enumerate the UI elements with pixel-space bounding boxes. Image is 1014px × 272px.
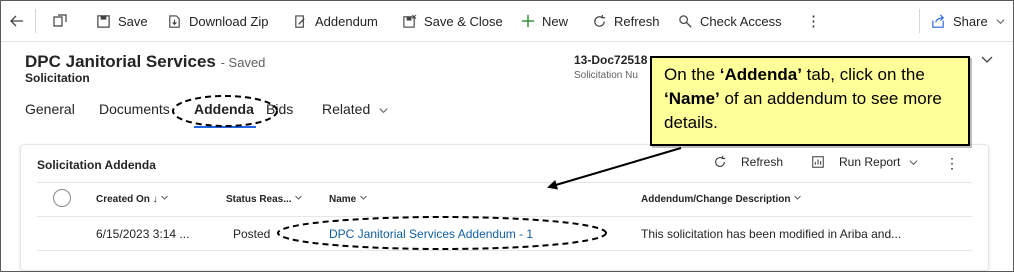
subgrid-more-button[interactable]: ⋮	[945, 155, 959, 172]
tab-related-label: Related	[322, 101, 371, 117]
share-icon	[932, 14, 944, 28]
more-icon: ⋮	[806, 13, 821, 30]
column-header-label: Addendum/Change Description	[641, 194, 791, 205]
record-name: DPC Janitorial Services	[25, 52, 216, 71]
edit-document-icon	[295, 14, 305, 28]
check-access-icon	[679, 14, 692, 28]
tab-documents[interactable]: Documents	[99, 101, 170, 117]
column-header-label: Status Reas...	[226, 194, 292, 205]
active-tab-indicator	[194, 126, 256, 128]
grid-divider	[37, 182, 972, 183]
cell-description: This solicitation has been modified in A…	[641, 227, 902, 241]
entity-name: Solicitation	[25, 71, 90, 85]
tab-addenda[interactable]: Addenda	[194, 101, 254, 117]
grid-divider	[37, 216, 972, 217]
report-icon	[812, 156, 824, 168]
addendum-button[interactable]: Addendum	[293, 1, 378, 41]
save-status: - Saved	[220, 55, 266, 70]
more-icon: ⋮	[945, 155, 959, 171]
header-expand-chevron-icon[interactable]	[979, 51, 995, 67]
subgrid-refresh-label: Refresh	[741, 155, 784, 169]
open-new-window-button[interactable]	[52, 1, 68, 41]
download-zip-icon	[169, 14, 180, 28]
save-label: Save	[118, 13, 148, 29]
subgrid-refresh-button[interactable]: Refresh	[713, 155, 783, 169]
column-header-label: Created On ↓	[96, 194, 158, 205]
record-title: DPC Janitorial Services - Saved	[25, 52, 265, 72]
toolbar-divider	[35, 9, 36, 33]
chevron-down-icon	[794, 195, 802, 200]
refresh-icon	[715, 155, 726, 167]
app-window: Save Download Zip Addendum Save & Close …	[0, 0, 1014, 272]
download-zip-label: Download Zip	[189, 13, 269, 29]
subgrid-title: Solicitation Addenda	[37, 158, 156, 172]
callout-bold-text: ‘Addenda’	[719, 65, 802, 84]
save-close-label: Save & Close	[424, 13, 503, 29]
run-report-button[interactable]: Run Report	[811, 155, 919, 169]
tab-bids[interactable]: Bids	[266, 101, 293, 117]
callout-bold-text: ‘Name’	[664, 89, 720, 108]
column-header-created-on[interactable]: Created On ↓	[96, 193, 169, 205]
header-field-label: Solicitation Nu	[574, 70, 638, 81]
chevron-down-icon	[161, 195, 169, 200]
chevron-down-icon	[909, 159, 918, 165]
download-zip-button[interactable]: Download Zip	[167, 1, 269, 41]
save-close-icon	[403, 14, 417, 28]
column-header-name[interactable]: Name	[329, 193, 368, 205]
refresh-button[interactable]: Refresh	[592, 1, 660, 41]
share-label: Share	[953, 13, 988, 29]
save-icon	[97, 14, 110, 28]
cell-created-on: 6/15/2023 3:14 ...	[96, 227, 190, 241]
cell-status: Posted	[233, 227, 271, 241]
tab-related[interactable]: Related	[322, 101, 389, 117]
run-report-label: Run Report	[839, 155, 901, 169]
column-header-status-reason[interactable]: Status Reas...	[226, 193, 303, 205]
more-commands-button[interactable]: ⋮	[806, 1, 821, 41]
new-button[interactable]: New	[521, 1, 568, 41]
chevron-down-icon	[295, 195, 303, 200]
addendum-label: Addendum	[315, 13, 378, 29]
chevron-down-icon	[996, 18, 1005, 24]
back-button[interactable]	[9, 1, 25, 41]
toolbar-divider	[919, 9, 920, 33]
chevron-down-icon	[360, 195, 367, 200]
command-bar: Save Download Zip Addendum Save & Close …	[1, 1, 1013, 42]
refresh-icon	[594, 14, 606, 27]
addendum-name-link[interactable]: DPC Janitorial Services Addendum - 1	[329, 227, 533, 241]
check-access-label: Check Access	[700, 13, 782, 29]
select-all-checkbox[interactable]	[53, 189, 71, 207]
grid-divider	[37, 250, 972, 251]
save-button[interactable]: Save	[96, 1, 148, 41]
header-field-value: 13-Doc72518	[574, 53, 648, 67]
tab-general[interactable]: General	[25, 101, 75, 117]
callout-text: On the	[664, 65, 720, 84]
share-button[interactable]: Share	[931, 1, 1006, 41]
save-close-button[interactable]: Save & Close	[402, 1, 503, 41]
plus-icon	[521, 14, 535, 28]
callout-text: tab, click on the	[801, 65, 925, 84]
check-access-button[interactable]: Check Access	[678, 1, 782, 41]
open-new-window-icon	[53, 14, 67, 27]
new-label: New	[542, 13, 569, 29]
column-header-label: Name	[329, 194, 357, 205]
back-arrow-icon	[10, 15, 23, 27]
instruction-callout: On the ‘Addenda’ tab, click on the ‘Name…	[650, 56, 970, 146]
addenda-subgrid: Solicitation Addenda Refresh Run Report …	[20, 144, 989, 271]
refresh-label: Refresh	[614, 13, 660, 29]
chevron-down-icon	[379, 108, 388, 113]
column-header-description[interactable]: Addendum/Change Description	[641, 193, 802, 205]
